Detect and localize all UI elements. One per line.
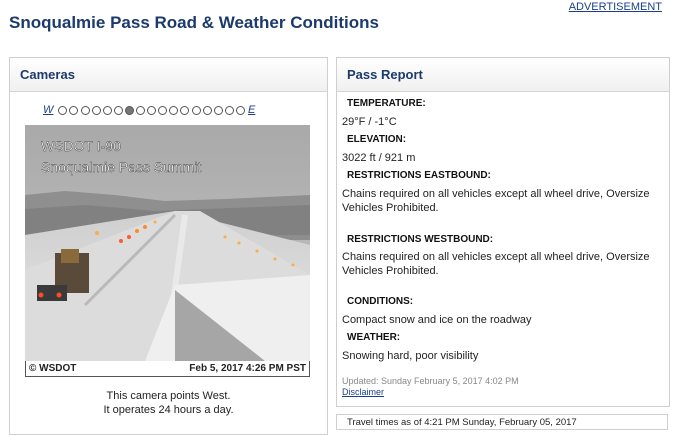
weather-value: Snowing hard, poor visibility [342, 350, 479, 362]
restrictions-westbound-line2: Vehicles Prohibited. [342, 265, 439, 277]
restrictions-eastbound-line2: Vehicles Prohibited. [342, 202, 439, 214]
conditions-label: CONDITIONS: [347, 296, 414, 307]
cameras-heading: Cameras [10, 58, 327, 92]
cameras-panel: Cameras W E WSDOT I-90 Snoqualmie Pass S… [9, 57, 328, 435]
camera-dot[interactable] [80, 105, 90, 115]
camera-credit: © WSDOT [29, 363, 77, 374]
disclaimer-link[interactable]: Disclaimer [342, 387, 384, 397]
camera-dot[interactable] [58, 105, 68, 115]
camera-dot[interactable] [180, 105, 190, 115]
camera-dot[interactable] [69, 105, 79, 115]
camera-image[interactable]: WSDOT I-90 Snoqualmie Pass Summit [25, 125, 310, 361]
pass-report-heading: Pass Report [337, 58, 669, 92]
conditions-value: Compact snow and ice on the roadway [342, 314, 532, 326]
camera-overlay-line1: WSDOT I-90 [41, 138, 121, 154]
camera-dot[interactable] [224, 105, 234, 115]
elevation-value: 3022 ft / 921 m [342, 152, 416, 164]
pass-report-panel: Pass Report TEMPERATURE: 29°F / -1°C ELE… [336, 57, 670, 407]
camera-timestamp: Feb 5, 2017 4:26 PM PST [189, 363, 306, 374]
elevation-label: ELEVATION: [347, 134, 407, 145]
camera-info-bar: © WSDOT Feb 5, 2017 4:26 PM PST [25, 361, 310, 377]
restrictions-westbound-label: RESTRICTIONS WESTBOUND: [347, 234, 494, 245]
advertisement-link[interactable]: ADVERTISEMENT [569, 1, 662, 13]
camera-dot[interactable] [191, 105, 201, 115]
camera-selector: W E [43, 104, 255, 116]
camera-dot[interactable] [213, 105, 223, 115]
camera-dot[interactable] [102, 105, 112, 115]
restrictions-eastbound-line1: Chains required on all vehicles except a… [342, 188, 650, 200]
camera-dot[interactable] [202, 105, 212, 115]
camera-dot[interactable] [169, 105, 179, 115]
snow-scene-illustration: WSDOT I-90 Snoqualmie Pass Summit [25, 125, 310, 361]
travel-times-bar: Travel times as of 4:21 PM Sunday, Febru… [336, 414, 668, 430]
temperature-value: 29°F / -1°C [342, 116, 397, 128]
temperature-label: TEMPERATURE: [347, 98, 426, 109]
camera-dot[interactable] [158, 105, 168, 115]
camera-dot[interactable] [136, 105, 146, 115]
restrictions-westbound-line1: Chains required on all vehicles except a… [342, 251, 650, 263]
camera-dot[interactable] [113, 105, 123, 115]
west-link[interactable]: W [43, 104, 53, 116]
camera-dots [58, 105, 247, 115]
weather-label: WEATHER: [347, 332, 401, 343]
camera-dot[interactable] [91, 105, 101, 115]
camera-overlay-line2: Snoqualmie Pass Summit [41, 159, 201, 175]
east-link[interactable]: E [248, 104, 255, 116]
restrictions-eastbound-label: RESTRICTIONS EASTBOUND: [347, 170, 491, 181]
page-title: Snoqualmie Pass Road & Weather Condition… [9, 13, 379, 32]
camera-hours-text: It operates 24 hours a day. [103, 404, 234, 416]
camera-dot[interactable] [147, 105, 157, 115]
camera-dot[interactable] [124, 105, 134, 115]
camera-dot[interactable] [235, 105, 245, 115]
camera-direction-text: This camera points West. [106, 390, 231, 402]
updated-timestamp: Updated: Sunday February 5, 2017 4:02 PM [342, 376, 519, 386]
